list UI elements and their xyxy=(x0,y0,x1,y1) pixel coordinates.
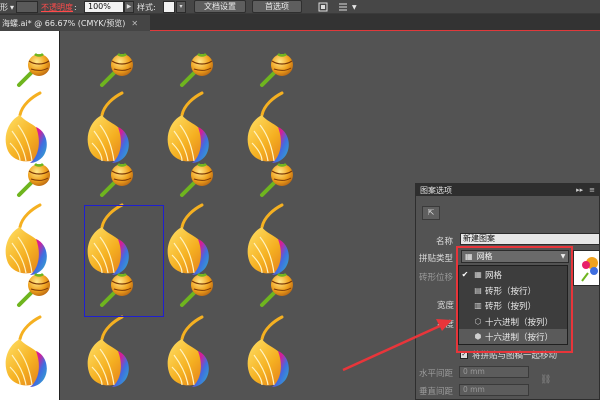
lollipop-motif xyxy=(100,52,135,87)
brick-column-icon: ▥ xyxy=(474,301,482,310)
tile-type-value: 网格 xyxy=(476,252,493,261)
pattern-tile-boundary[interactable] xyxy=(84,205,164,317)
lollipop-motif xyxy=(180,272,215,307)
lollipop-motif xyxy=(100,162,135,197)
control-bar: 形 ▾ 不透明度 : 100% ▶ 样式 : ▾ 文档设置 首选项 ▼ xyxy=(0,0,600,14)
style-dropdown-arrow[interactable]: ▾ xyxy=(176,1,186,13)
panel-menu-icon[interactable]: ≡ xyxy=(589,186,595,194)
document-tab-strip: 海螺.ai* @ 66.67% (CMYK/预览) ✕ xyxy=(0,14,600,31)
document-title: 海螺.ai* @ 66.67% (CMYK/预览) xyxy=(2,18,126,28)
lollipop-motif xyxy=(180,52,215,87)
collapse-icon[interactable]: ▸▸ xyxy=(576,186,583,194)
grid-icon: ▦ xyxy=(474,270,482,279)
name-input[interactable]: 新建图案 xyxy=(460,233,600,245)
shape-label: 形 ▾ xyxy=(0,2,15,12)
grid-icon: ▦ xyxy=(465,252,473,261)
doc-setup-button[interactable]: 文档设置 xyxy=(194,0,246,13)
panel-menu-icon[interactable] xyxy=(338,1,348,13)
tile-type-dropdown-menu: ✔ ▦ 网格 ▤ 砖形（按行） ▥ 砖形（按列） ⬡ 十六进制（按列） ⬢ 十六… xyxy=(458,265,568,345)
move-tile-checkbox[interactable]: ✓ xyxy=(460,351,468,359)
opacity-input[interactable]: 100% xyxy=(84,1,124,13)
shell-motif xyxy=(86,91,131,165)
shell-motif xyxy=(166,315,211,389)
shell-motif xyxy=(166,91,211,165)
name-label: 名称 xyxy=(436,237,454,247)
chevron-down-icon[interactable]: ▼ xyxy=(352,1,357,13)
lollipop-motif xyxy=(17,52,52,87)
shell-motif xyxy=(246,91,291,165)
arrange-icon[interactable] xyxy=(318,1,328,13)
shell-motif xyxy=(246,315,291,389)
height-label: 高度 xyxy=(437,320,455,330)
shell-motif xyxy=(4,315,49,389)
hex-column-icon: ⬡ xyxy=(474,317,482,326)
preferences-button[interactable]: 首选项 xyxy=(252,0,302,13)
chevron-down-icon: ▼ xyxy=(560,253,566,260)
tile-type-option-brick-column[interactable]: ▥ 砖形（按列） xyxy=(459,298,567,313)
move-tile-with-art-option[interactable]: ✓ 将拼贴与图稿一起移动 xyxy=(460,349,557,361)
lollipop-motif xyxy=(180,162,215,197)
hex-row-icon: ⬢ xyxy=(474,332,482,341)
stroke-weight-field[interactable] xyxy=(16,1,38,13)
width-label: 宽度 xyxy=(437,301,455,311)
lollipop-motif xyxy=(260,272,295,307)
lollipop-motif xyxy=(260,162,295,197)
close-icon[interactable]: ✕ xyxy=(131,19,138,28)
pattern-preview-thumbnail xyxy=(573,250,600,286)
lollipop-motif xyxy=(17,272,52,307)
panel-title: 图案选项 xyxy=(420,185,452,195)
opacity-label[interactable]: 不透明度 : xyxy=(41,1,77,13)
tile-type-select[interactable]: ▦ 网格 ▼ xyxy=(461,250,569,263)
shell-motif xyxy=(4,91,49,165)
link-icon[interactable]: ⛓ xyxy=(540,375,551,385)
tile-type-label: 拼贴类型 xyxy=(419,254,454,264)
style-label: 样式 : xyxy=(137,2,156,12)
tile-type-option-grid[interactable]: ✔ ▦ 网格 xyxy=(459,267,567,282)
lollipop-motif xyxy=(260,52,295,87)
shell-motif xyxy=(86,315,131,389)
style-swatch[interactable] xyxy=(163,1,175,13)
h-spacing-input[interactable]: 0 mm xyxy=(459,366,529,378)
h-spacing-label: 水平间距 xyxy=(419,369,454,379)
checkmark-icon: ✔ xyxy=(461,270,469,279)
brick-row-icon: ▤ xyxy=(474,286,482,295)
v-spacing-label: 垂直间距 xyxy=(419,387,454,397)
opacity-dropdown-arrow[interactable]: ▶ xyxy=(124,1,134,13)
document-tab[interactable]: 海螺.ai* @ 66.67% (CMYK/预览) ✕ xyxy=(0,15,150,31)
tile-type-option-hex-column[interactable]: ⬡ 十六进制（按列） xyxy=(459,314,567,329)
v-spacing-input[interactable]: 0 mm xyxy=(459,384,529,396)
tile-type-option-hex-row[interactable]: ⬢ 十六进制（按行） xyxy=(459,329,567,344)
tile-type-option-brick-row[interactable]: ▤ 砖形（按行） xyxy=(459,283,567,298)
lollipop-motif xyxy=(17,162,52,197)
tile-edit-tool-icon[interactable]: ⇱ xyxy=(422,206,440,220)
brick-offset-label: 砖形位移 xyxy=(419,273,454,283)
panel-header[interactable]: 图案选项 ▸▸ ≡ xyxy=(416,184,599,196)
